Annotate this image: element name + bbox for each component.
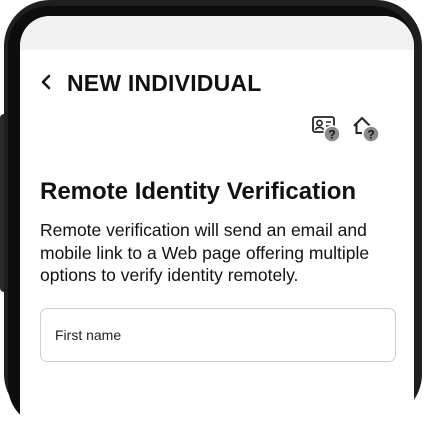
home-help-icon[interactable]: ?	[351, 114, 383, 144]
svg-text:?: ?	[367, 128, 374, 142]
chevron-left-icon[interactable]	[40, 74, 52, 90]
status-bar	[20, 16, 414, 50]
svg-text:?: ?	[328, 128, 335, 142]
main-content: NEW INDIVIDUAL ? ? Remote Identity Verif…	[20, 50, 414, 436]
first-name-field[interactable]	[40, 308, 396, 362]
page-title: NEW INDIVIDUAL	[67, 70, 262, 96]
section-title: Remote Identity Verification	[40, 178, 357, 205]
phone-screen: NEW INDIVIDUAL ? ? Remote Identity Verif…	[20, 16, 414, 436]
section-description: Remote verification will send an email a…	[40, 220, 370, 285]
id-card-help-icon[interactable]: ?	[311, 114, 343, 144]
